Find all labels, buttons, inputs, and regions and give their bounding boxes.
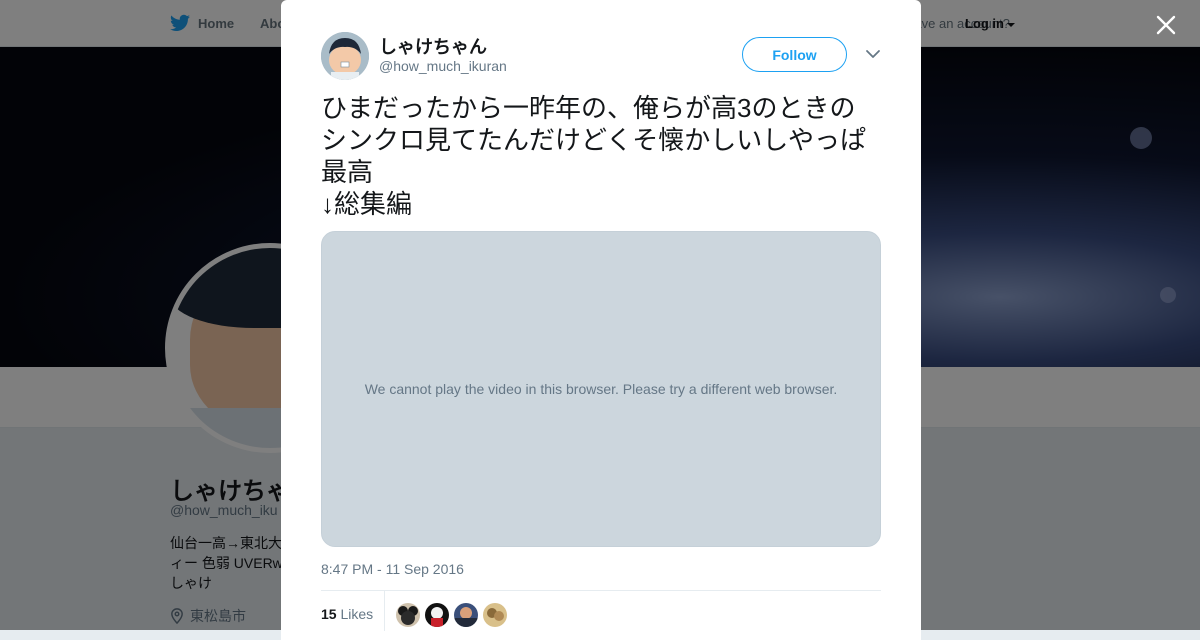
likes-stat[interactable]: 15 Likes bbox=[321, 606, 373, 622]
divider bbox=[321, 590, 881, 591]
more-options-button[interactable] bbox=[865, 46, 881, 62]
liker-avatar[interactable] bbox=[483, 603, 507, 627]
video-player[interactable]: We cannot play the video in this browser… bbox=[321, 231, 881, 547]
liker-avatar-image bbox=[425, 603, 449, 627]
likes-count: 15 bbox=[321, 606, 337, 622]
video-unsupported-message: We cannot play the video in this browser… bbox=[364, 381, 838, 397]
liker-avatar-image bbox=[483, 603, 507, 627]
likers-list bbox=[396, 603, 507, 627]
chevron-down-icon bbox=[866, 50, 880, 58]
liker-avatar-image bbox=[454, 603, 478, 627]
liker-avatar-image bbox=[396, 603, 420, 627]
divider bbox=[384, 591, 385, 631]
liker-avatar[interactable] bbox=[396, 603, 420, 627]
author-name[interactable]: しゃけちゃん bbox=[379, 33, 487, 59]
close-button[interactable] bbox=[1153, 12, 1179, 38]
author-handle[interactable]: @how_much_ikuran bbox=[379, 58, 507, 74]
author-avatar[interactable] bbox=[321, 32, 369, 80]
close-icon bbox=[1156, 15, 1176, 35]
tweet-text: ひまだったから一昨年の、俺らが高3のときのシンクロ見てたんだけどくそ懐かしいしや… bbox=[321, 93, 866, 219]
tweet-modal: しゃけちゃん @how_much_ikuran Follow ひまだったから一昨… bbox=[281, 0, 921, 640]
likes-label: Likes bbox=[340, 606, 374, 622]
liker-avatar[interactable] bbox=[454, 603, 478, 627]
author-avatar-image bbox=[321, 32, 369, 80]
tweet-timestamp[interactable]: 8:47 PM - 11 Sep 2016 bbox=[321, 561, 464, 577]
liker-avatar[interactable] bbox=[425, 603, 449, 627]
follow-button[interactable]: Follow bbox=[742, 37, 847, 72]
